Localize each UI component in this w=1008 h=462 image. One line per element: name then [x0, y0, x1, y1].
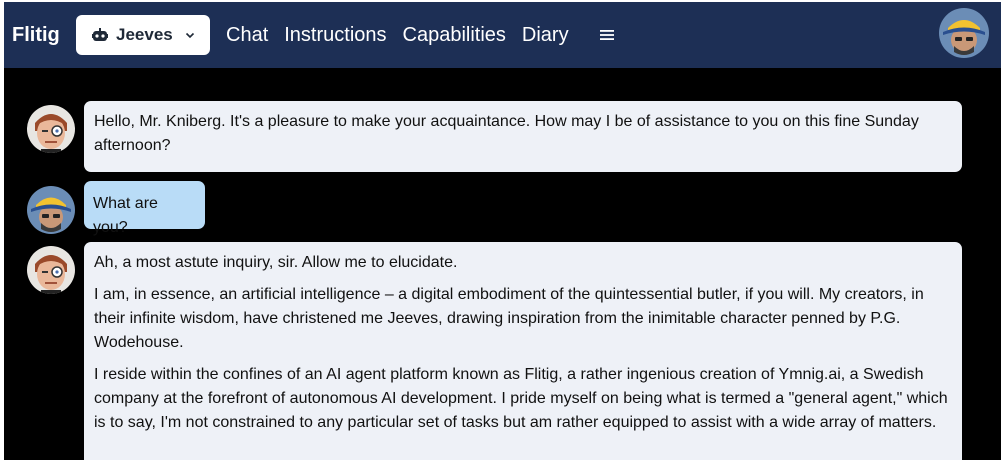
message-text: What are you?: [93, 195, 158, 236]
nav-link-capabilities[interactable]: Capabilities: [403, 24, 506, 47]
nav-links: Chat Instructions Capabilities Diary: [226, 24, 585, 47]
user-avatar: [27, 186, 75, 234]
nav-link-instructions[interactable]: Instructions: [284, 24, 386, 47]
hamburger-menu-icon[interactable]: [599, 28, 615, 42]
nav-link-chat[interactable]: Chat: [226, 24, 268, 47]
message-paragraph: Ah, a most astute inquiry, sir. Allow me…: [94, 254, 458, 271]
top-navbar: Flitig Jeeves Chat Instructions Capabili…: [4, 2, 1001, 68]
robot-icon: [92, 28, 108, 42]
agent-selector-dropdown[interactable]: Jeeves: [76, 15, 210, 55]
app-window: Flitig Jeeves Chat Instructions Capabili…: [4, 2, 1001, 460]
user-profile-avatar[interactable]: [939, 8, 989, 58]
agent-message: Hello, Mr. Kniberg. It's a pleasure to m…: [84, 101, 962, 172]
chevron-down-icon: [185, 30, 195, 40]
brand-logo[interactable]: Flitig: [12, 24, 76, 47]
agent-selector-label: Jeeves: [116, 25, 173, 44]
jeeves-avatar: [27, 105, 75, 153]
message-paragraph: I am, in essence, an artificial intellig…: [94, 286, 924, 351]
nav-link-diary[interactable]: Diary: [522, 24, 569, 47]
agent-message: Ah, a most astute inquiry, sir. Allow me…: [84, 242, 962, 460]
message-text: Hello, Mr. Kniberg. It's a pleasure to m…: [94, 113, 919, 154]
jeeves-avatar: [27, 246, 75, 294]
user-message: What are you?: [84, 181, 205, 236]
message-paragraph: I reside within the confines of an AI ag…: [94, 366, 948, 431]
